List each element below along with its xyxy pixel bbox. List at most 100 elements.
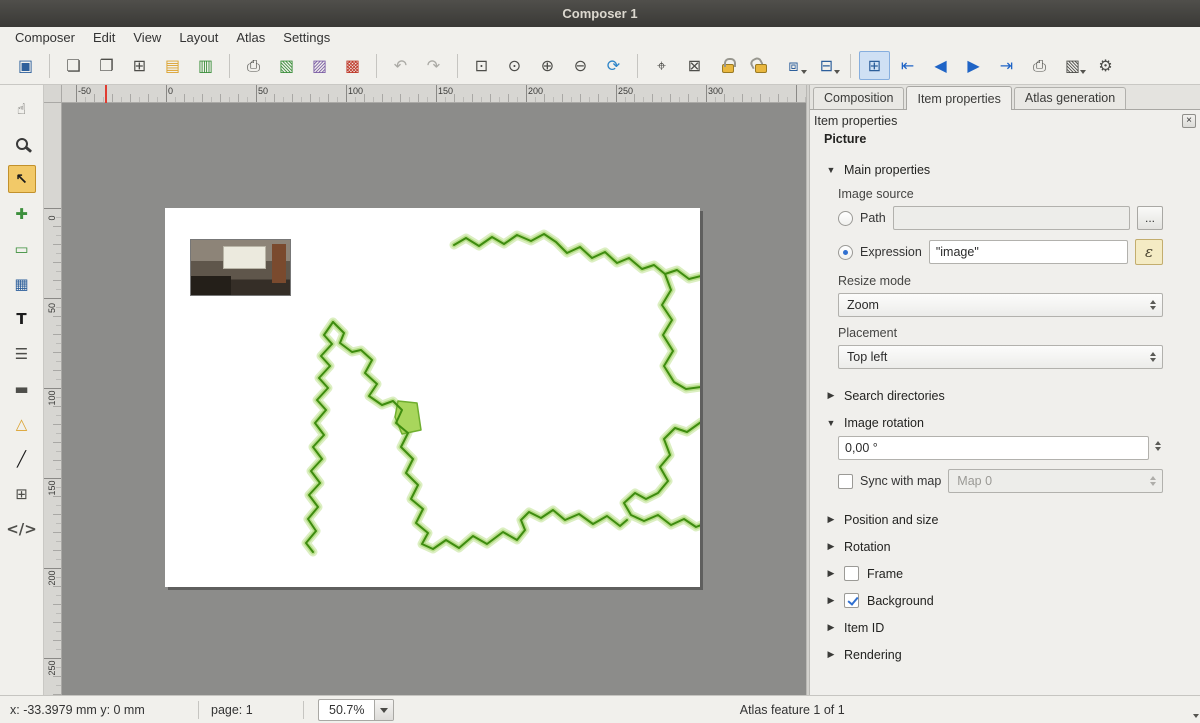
unlock-items-button[interactable]	[745, 51, 776, 80]
lock-items-button[interactable]	[712, 51, 743, 80]
group-search-directories[interactable]: ▶ Search directories	[810, 382, 1200, 409]
add-shape-button[interactable]: △	[8, 410, 36, 438]
collapse-icon: ▶	[826, 649, 836, 660]
atlas-last-button[interactable]: ⇥	[991, 51, 1022, 80]
move-item-content-button[interactable]: ✚	[8, 200, 36, 228]
browse-button[interactable]: ...	[1137, 206, 1163, 230]
path-input[interactable]	[893, 206, 1130, 230]
resize-mode-select[interactable]: Zoom	[838, 293, 1163, 317]
add-attribute-table-button[interactable]: ⊞	[8, 480, 36, 508]
map-select[interactable]: Map 0	[948, 469, 1163, 493]
atlas-settings-button[interactable]: ⚙	[1090, 51, 1121, 80]
atlas-next-button[interactable]: ▶	[958, 51, 989, 80]
add-image-button[interactable]: ▦	[8, 270, 36, 298]
expression-input[interactable]	[929, 240, 1128, 264]
page-indicator: page: 1	[207, 703, 295, 717]
group-frame[interactable]: ▶ Frame	[810, 560, 1200, 587]
zoom-to-selected-button[interactable]: ⌖	[646, 51, 677, 80]
add-new-map-button[interactable]: ▭	[8, 235, 36, 263]
select-move-item-button[interactable]: ↖	[8, 165, 36, 193]
group-rendering[interactable]: ▶ Rendering	[810, 641, 1200, 668]
spinner-arrows-icon	[1147, 297, 1158, 313]
expression-builder-button[interactable]: ε	[1135, 239, 1163, 265]
canvas[interactable]	[62, 103, 806, 695]
atlas-preview-button[interactable]: ⊞	[859, 51, 890, 80]
menu-edit[interactable]: Edit	[84, 28, 124, 47]
menu-composer[interactable]: Composer	[6, 28, 84, 47]
add-scalebar-button[interactable]: ▬	[8, 375, 36, 403]
spinner-arrows-icon	[1147, 349, 1158, 365]
refresh-icon: ⟳	[607, 58, 620, 74]
pan-tool-button[interactable]: ☝	[8, 95, 36, 123]
ruler-label: 150	[438, 86, 453, 96]
zoom-full-button[interactable]: ⊡	[466, 51, 497, 80]
zoom-out-button[interactable]: ⊖	[565, 51, 596, 80]
first-feature-icon: ⇤	[901, 58, 914, 74]
add-html-frame-button[interactable]: </>	[8, 515, 36, 543]
path-radio[interactable]	[838, 211, 853, 226]
item-type-label: Picture	[810, 130, 1200, 152]
tab-atlas-generation[interactable]: Atlas generation	[1014, 87, 1126, 109]
tab-item-properties[interactable]: Item properties	[906, 86, 1011, 110]
frame-checkbox[interactable]	[844, 566, 859, 581]
ruler-label: 300	[708, 86, 723, 96]
add-label-button[interactable]: T	[8, 305, 36, 333]
group-image-rotation[interactable]: ▼ Image rotation	[810, 409, 1200, 436]
ruler-label: 100	[348, 86, 363, 96]
composer-manager-button[interactable]: ⊞	[124, 51, 155, 80]
group-position-and-size[interactable]: ▶ Position and size	[810, 506, 1200, 533]
zoom-in-button[interactable]: ⊕	[532, 51, 563, 80]
status-separator	[303, 701, 304, 719]
placement-select[interactable]: Top left	[838, 345, 1163, 369]
menu-layout[interactable]: Layout	[170, 28, 227, 47]
zoom-dropdown-button[interactable]	[374, 700, 393, 720]
rotation-angle-input[interactable]	[838, 436, 1149, 460]
horizontal-ruler: -50 0 50 100 150 200 250 300	[62, 85, 806, 103]
expression-radio[interactable]	[838, 245, 853, 260]
select-canvas-icon: ⊠	[688, 58, 701, 74]
group-main-properties[interactable]: ▼ Main properties	[810, 156, 1200, 183]
menu-view[interactable]: View	[124, 28, 170, 47]
group-background[interactable]: ▶ Background	[810, 587, 1200, 614]
atlas-first-button[interactable]: ⇤	[892, 51, 923, 80]
export-atlas-button[interactable]: ▧	[1057, 51, 1088, 80]
print-atlas-button[interactable]: ⎙	[1024, 51, 1055, 80]
tab-composition[interactable]: Composition	[813, 87, 904, 109]
zoom-level-combo[interactable]: 50.7%	[318, 699, 394, 721]
zoom-actual-icon: ⊙	[508, 58, 521, 74]
picture-item[interactable]	[190, 239, 291, 296]
zoom-actual-button[interactable]: ⊙	[499, 51, 530, 80]
zoom-in-icon: ⊕	[541, 58, 554, 74]
export-svg-button[interactable]: ▨	[304, 51, 335, 80]
add-arrow-button[interactable]: ╱	[8, 445, 36, 473]
group-label: Item ID	[844, 621, 884, 635]
group-label: Search directories	[844, 389, 945, 403]
add-legend-button[interactable]: ☰	[8, 340, 36, 368]
print-button[interactable]: ⎙	[238, 51, 269, 80]
group-item-id[interactable]: ▶ Item ID	[810, 614, 1200, 641]
collapse-icon: ▼	[826, 418, 836, 428]
refresh-view-button[interactable]: ⟳	[598, 51, 629, 80]
menu-settings[interactable]: Settings	[274, 28, 339, 47]
export-pdf-button[interactable]: ▩	[337, 51, 368, 80]
zoom-tool-button[interactable]	[8, 130, 36, 158]
save-project-button[interactable]: ▣	[10, 51, 41, 80]
atlas-previous-button[interactable]: ◀	[925, 51, 956, 80]
select-in-canvas-button[interactable]: ⊠	[679, 51, 710, 80]
save-as-template-button[interactable]: ▥	[190, 51, 221, 80]
load-from-template-button[interactable]: ▤	[157, 51, 188, 80]
redo-button[interactable]: ↷	[418, 51, 449, 80]
group-rotation[interactable]: ▶ Rotation	[810, 533, 1200, 560]
duplicate-composition-button[interactable]: ❐	[91, 51, 122, 80]
sync-with-map-checkbox[interactable]	[838, 474, 853, 489]
menu-atlas[interactable]: Atlas	[227, 28, 274, 47]
align-items-button[interactable]: ⊟	[811, 51, 842, 80]
export-image-button[interactable]: ▧	[271, 51, 302, 80]
undo-button[interactable]: ↶	[385, 51, 416, 80]
dropdown-caret-icon	[1080, 70, 1086, 77]
close-panel-button[interactable]: ×	[1182, 114, 1196, 128]
group-items-button[interactable]: ⧈	[778, 51, 809, 80]
add-image-icon: ▦	[14, 277, 28, 292]
new-composition-button[interactable]: ❏	[58, 51, 89, 80]
background-checkbox[interactable]	[844, 593, 859, 608]
